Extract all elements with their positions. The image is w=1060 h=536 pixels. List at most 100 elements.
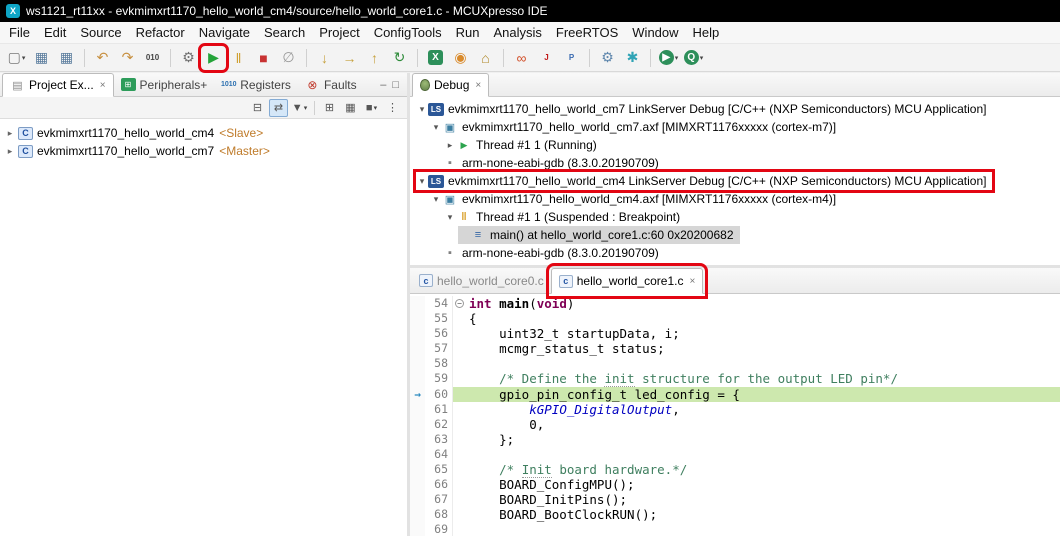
tab-debug[interactable]: Debug × — [412, 73, 489, 97]
menu-configtools[interactable]: ConfigTools — [367, 23, 449, 42]
suspend-button[interactable]: ‖ — [227, 47, 250, 69]
build-button[interactable]: ⚙ — [177, 47, 200, 69]
code-line[interactable]: 61 kGPIO_DigitalOutput, — [410, 402, 1060, 417]
code-line[interactable]: 56 uint32_t startupData, i; — [410, 326, 1060, 341]
c-file-icon: c — [559, 275, 573, 288]
tab-project-explorer[interactable]: ▤ Project Ex... × — [2, 73, 114, 97]
code-line[interactable]: 64 — [410, 447, 1060, 462]
code-line[interactable]: 67 BOARD_InitPins(); — [410, 492, 1060, 507]
step-over-button[interactable]: → — [338, 47, 361, 69]
expanded-arrow-icon[interactable]: ▾ — [430, 194, 442, 205]
tab-hello-world-core0[interactable]: c hello_world_core0.c — [412, 268, 551, 293]
tab-peripherals[interactable]: ⊞ Peripherals+ — [114, 73, 215, 96]
grid-view-button[interactable]: ⊞ — [320, 99, 339, 117]
code-line[interactable]: 57 mcmgr_status_t status; — [410, 341, 1060, 356]
menu-analysis[interactable]: Analysis — [486, 23, 548, 42]
code-area[interactable]: 54−int main(void)55{56 uint32_t startupD… — [410, 294, 1060, 536]
expanded-arrow-icon[interactable]: ▾ — [416, 104, 428, 115]
link-with-editor-button[interactable]: ⇄ — [269, 99, 288, 117]
menu-window[interactable]: Window — [625, 23, 685, 42]
debug-tree-row[interactable]: ▾▣evkmimxrt1170_hello_world_cm4.axf [MIM… — [410, 190, 1060, 208]
debug-tree-row[interactable]: ▪arm-none-eabi-gdb (8.3.0.20190709) — [410, 244, 1060, 262]
menu-search[interactable]: Search — [257, 23, 312, 42]
ide-settings-button[interactable]: ⚙ — [596, 47, 619, 69]
menu-navigate[interactable]: Navigate — [192, 23, 257, 42]
menu-run[interactable]: Run — [449, 23, 487, 42]
home-button[interactable]: ⌂ — [474, 47, 497, 69]
code-line[interactable]: 65 /* Init board hardware.*/ — [410, 462, 1060, 477]
tab-hello-world-core1[interactable]: c hello_world_core1.c × — [551, 268, 704, 294]
view-menu-button[interactable]: ⋮ — [383, 99, 402, 117]
debug-tree-row[interactable]: ▾‖Thread #1 1 (Suspended : Breakpoint) — [410, 208, 1060, 226]
binary-view-button[interactable]: 010 — [141, 47, 164, 69]
resume-button[interactable]: ▶ — [202, 47, 225, 69]
code-line[interactable]: 58 — [410, 356, 1060, 371]
tab-registers[interactable]: 1010 Registers — [214, 73, 298, 96]
pemicro-probe-button[interactable]: P — [560, 47, 583, 69]
code-line[interactable]: 66 BOARD_ConfigMPU(); — [410, 477, 1060, 492]
menu-refactor[interactable]: Refactor — [129, 23, 192, 42]
close-icon[interactable]: × — [100, 80, 106, 91]
debug-tree-row[interactable]: ▾LSevkmimxrt1170_hello_world_cm7 LinkSer… — [410, 100, 1060, 118]
code-line[interactable]: 63 }; — [410, 432, 1060, 447]
code-segment: { — [469, 311, 477, 326]
minimize-view-icon[interactable]: – — [380, 79, 386, 91]
collapsed-arrow-icon[interactable]: ▸ — [444, 140, 456, 151]
fold-ruler — [452, 402, 466, 417]
expanded-arrow-icon[interactable]: ▾ — [430, 122, 442, 133]
save-button[interactable]: ▦ — [30, 47, 53, 69]
close-icon[interactable]: × — [689, 276, 695, 287]
menu-freertos[interactable]: FreeRTOS — [549, 23, 625, 42]
maximize-view-icon[interactable]: □ — [392, 79, 399, 91]
save-all-button[interactable]: ▦ — [55, 47, 78, 69]
expanded-arrow-icon[interactable]: ▾ — [444, 212, 456, 223]
fold-marker-icon[interactable]: − — [452, 296, 466, 311]
terminate-button[interactable]: ■ — [252, 47, 275, 69]
code-line[interactable]: →60 gpio_pin_config_t led_config = { — [410, 387, 1060, 402]
analysis-tool-button[interactable]: ◉ — [449, 47, 472, 69]
restart-button[interactable]: ↻ — [388, 47, 411, 69]
collapsed-arrow-icon[interactable]: ▸ — [4, 128, 16, 139]
collapse-all-button[interactable]: ⊟ — [248, 99, 267, 117]
quick-settings-button[interactable]: ✱ — [621, 47, 644, 69]
debug-tree-row[interactable]: ≡main() at hello_world_core1.c:60 0x2020… — [410, 226, 1060, 244]
code-line[interactable]: 62 0, — [410, 417, 1060, 432]
disconnect-button[interactable]: ∅ — [277, 47, 300, 69]
project-tree-item-cm7[interactable]: ▸ C evkmimxrt1170_hello_world_cm7 <Maste… — [0, 142, 407, 160]
debug-tree-row[interactable]: ▪arm-none-eabi-gdb (8.3.0.20190709) — [410, 154, 1060, 172]
menu-project[interactable]: Project — [312, 23, 366, 42]
pin-view-button[interactable]: ▦ — [341, 99, 360, 117]
line-number: 63 — [425, 432, 452, 447]
run-menu-button[interactable]: ▶▾ — [657, 47, 680, 69]
menu-help[interactable]: Help — [686, 23, 727, 42]
layout-swatch-button[interactable]: ■▾ — [362, 99, 381, 117]
debug-tree-row[interactable]: ▾LSevkmimxrt1170_hello_world_cm4 LinkSer… — [410, 172, 1060, 190]
linkserver-probe-button[interactable]: ∞ — [510, 47, 533, 69]
fold-ruler — [452, 432, 466, 447]
tab-faults[interactable]: ⊗ Faults — [298, 73, 364, 96]
jlink-probe-button[interactable]: J — [535, 47, 558, 69]
filter-button[interactable]: ▼▾ — [290, 99, 309, 117]
profile-tool-button[interactable]: X — [424, 47, 447, 69]
new-file-button[interactable]: ▢▾ — [5, 47, 28, 69]
step-return-button[interactable]: ↑ — [363, 47, 386, 69]
menu-source[interactable]: Source — [73, 23, 128, 42]
code-line[interactable]: 69 — [410, 522, 1060, 536]
code-line[interactable]: 59 /* Define the init structure for the … — [410, 371, 1060, 386]
debug-tree-row[interactable]: ▸▶Thread #1 1 (Running) — [410, 136, 1060, 154]
step-return-icon: ↑ — [371, 50, 378, 66]
undo-button[interactable]: ↶ — [91, 47, 114, 69]
code-line[interactable]: 68 BOARD_BootClockRUN(); — [410, 507, 1060, 522]
quickstart-button[interactable]: Q▾ — [682, 47, 705, 69]
debug-tree-row[interactable]: ▾▣evkmimxrt1170_hello_world_cm7.axf [MIM… — [410, 118, 1060, 136]
close-icon[interactable]: × — [475, 80, 481, 91]
menu-file[interactable]: File — [2, 23, 37, 42]
menu-edit[interactable]: Edit — [37, 23, 73, 42]
step-into-button[interactable]: ↓ — [313, 47, 336, 69]
collapsed-arrow-icon[interactable]: ▸ — [4, 146, 16, 157]
code-line[interactable]: 55{ — [410, 311, 1060, 326]
project-tree-item-cm4[interactable]: ▸ C evkmimxrt1170_hello_world_cm4 <Slave… — [0, 124, 407, 142]
expanded-arrow-icon[interactable]: ▾ — [416, 176, 428, 187]
redo-button[interactable]: ↷ — [116, 47, 139, 69]
code-line[interactable]: 54−int main(void) — [410, 296, 1060, 311]
